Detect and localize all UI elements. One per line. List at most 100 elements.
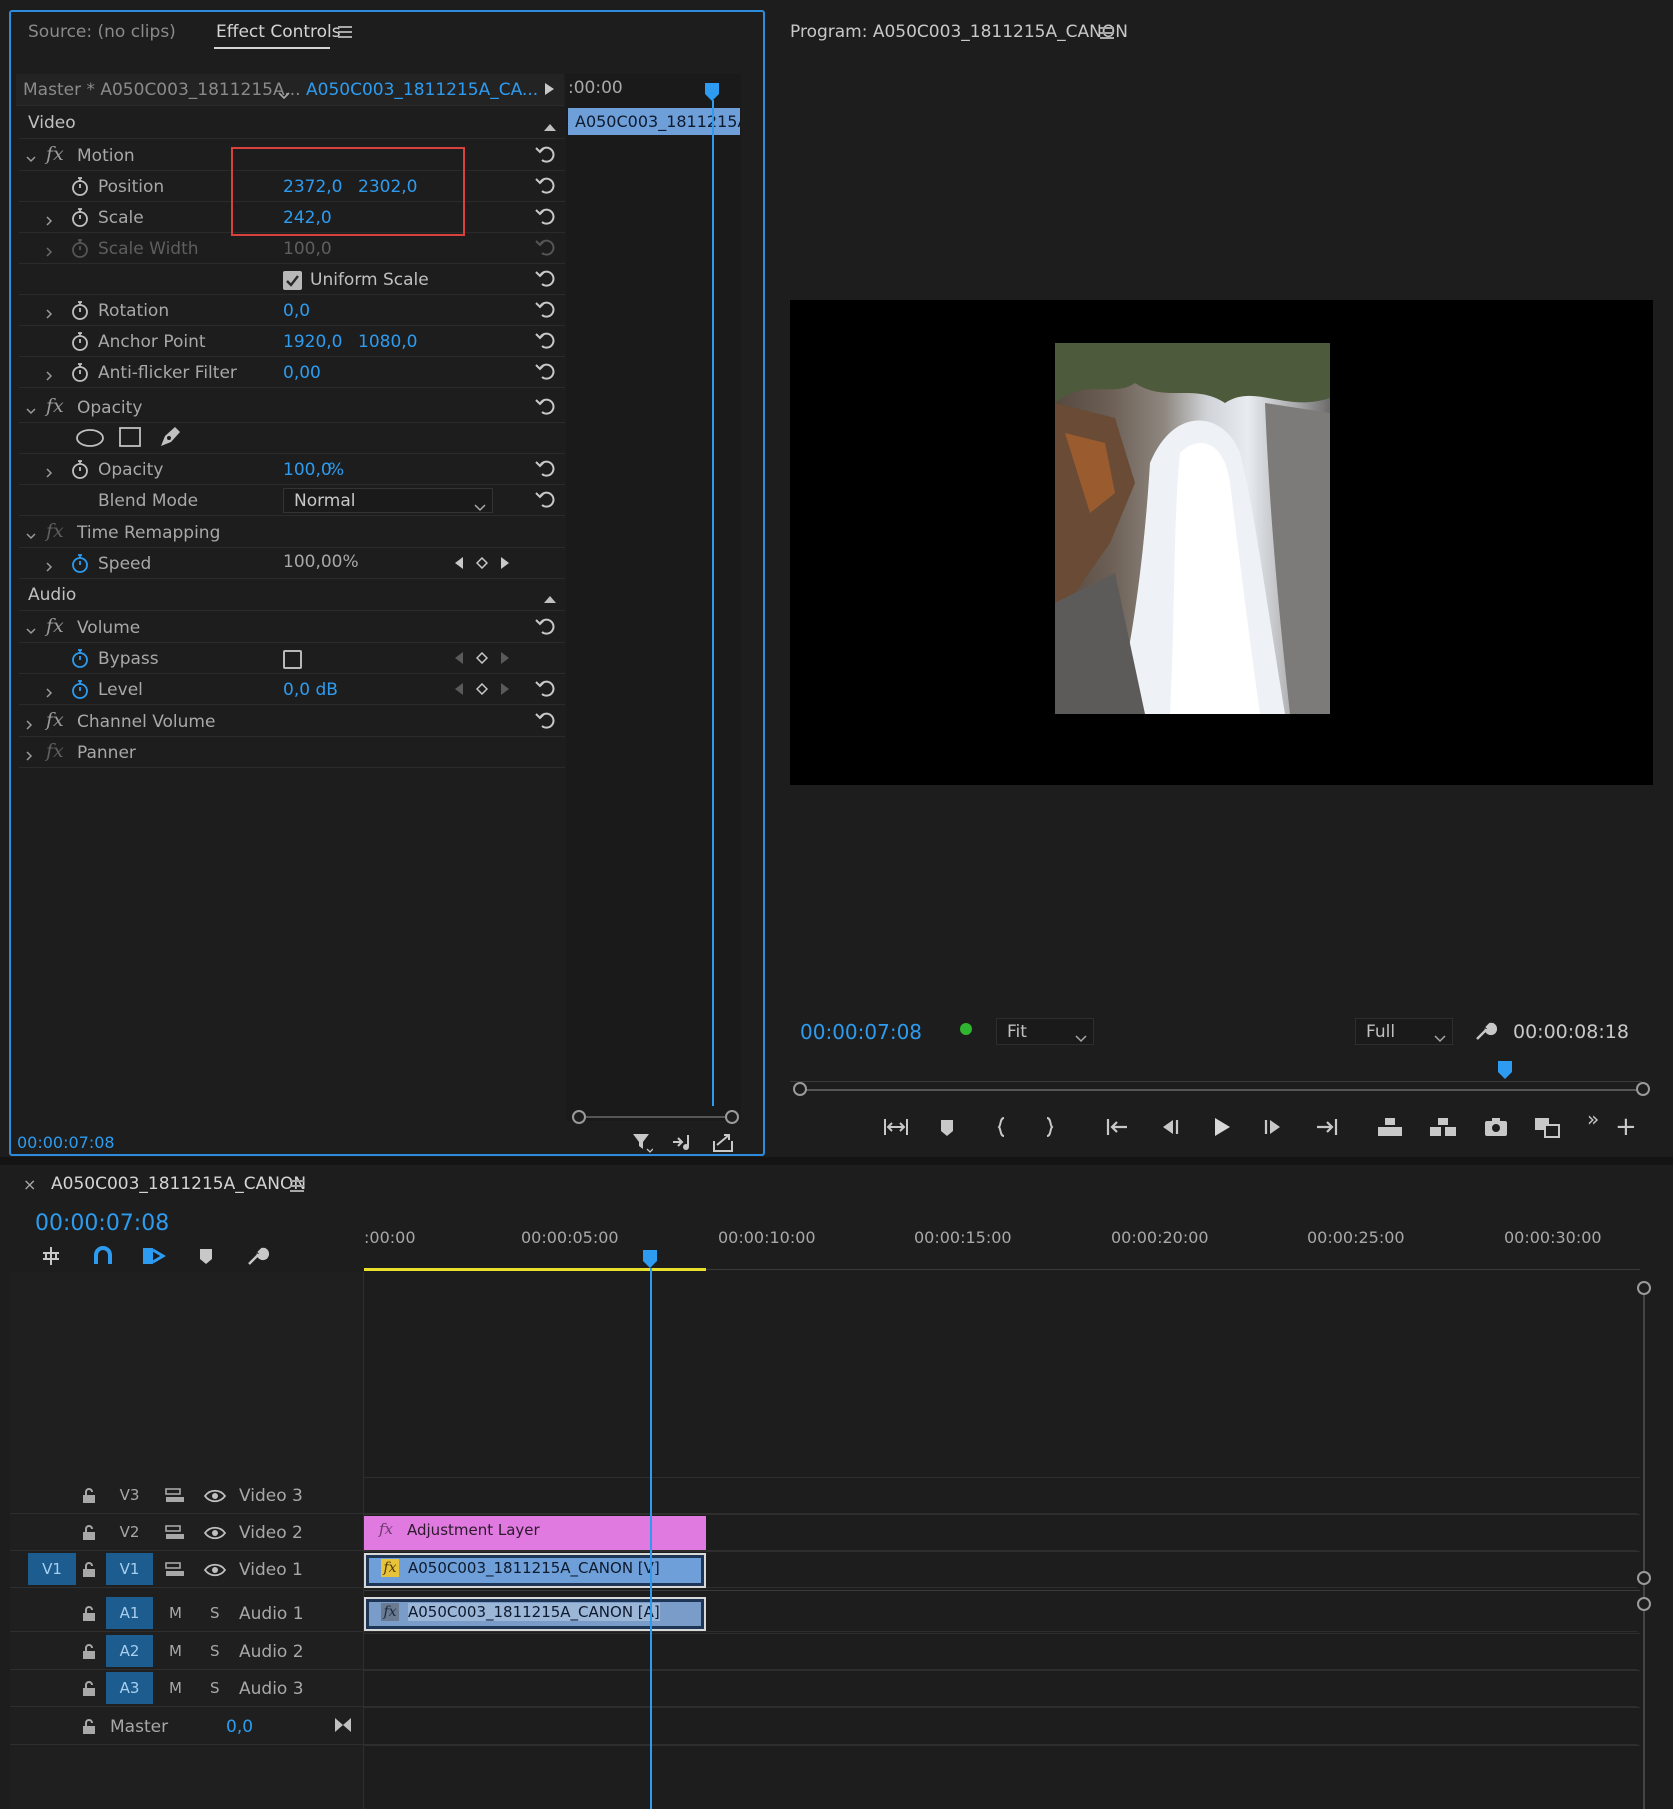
lock-icon[interactable] <box>81 1561 97 1578</box>
effect-controls-tab[interactable]: Effect Controls <box>216 22 341 42</box>
source-tab[interactable]: Source: (no clips) <box>28 22 176 42</box>
add-button-icon[interactable]: + <box>1615 1114 1637 1140</box>
track-a1-id[interactable]: A1 <box>106 1597 153 1629</box>
rotation-value[interactable]: 0,0 <box>283 301 310 321</box>
lock-icon[interactable] <box>81 1605 97 1622</box>
lift-icon[interactable] <box>1375 1112 1405 1142</box>
go-to-edit-point-icon[interactable] <box>333 1716 353 1734</box>
show-hide-timeline-icon[interactable] <box>543 81 555 95</box>
stopwatch-icon[interactable] <box>70 552 90 574</box>
fx-badge-icon[interactable]: fx <box>46 615 64 637</box>
ec-timecode[interactable]: 00:00:07:08 <box>17 1133 115 1152</box>
panel-menu-icon[interactable] <box>289 1178 305 1192</box>
timeline-vscroll-handle[interactable] <box>1637 1571 1651 1585</box>
reset-icon[interactable] <box>533 297 557 321</box>
reset-icon[interactable] <box>533 142 557 166</box>
twirl-open-icon[interactable] <box>26 526 36 540</box>
snap-magnet-icon[interactable] <box>91 1244 115 1268</box>
twirl-open-icon[interactable] <box>26 401 36 415</box>
timeline-vscroll-track[interactable] <box>1643 1288 1645 1809</box>
opacity-row[interactable]: Opacity 100,0 % <box>19 454 565 485</box>
twirl-closed-icon[interactable] <box>44 366 54 381</box>
wrench-icon[interactable] <box>245 1244 269 1268</box>
lock-icon[interactable] <box>81 1680 97 1697</box>
reset-icon[interactable] <box>533 204 557 228</box>
wrench-icon[interactable] <box>1473 1019 1497 1043</box>
anti-flicker-value[interactable]: 0,00 <box>283 363 321 383</box>
program-scrub-end-handle[interactable] <box>1636 1082 1650 1096</box>
stopwatch-icon[interactable] <box>70 361 90 383</box>
panel-menu-icon[interactable] <box>337 24 353 38</box>
twirl-open-icon[interactable] <box>26 621 36 635</box>
track-v2-id[interactable]: V2 <box>106 1516 153 1548</box>
video-clip[interactable]: fx A050C003_1811215A_CANON [V] <box>364 1553 706 1588</box>
reset-icon[interactable] <box>533 328 557 352</box>
audio-clip[interactable]: fx A050C003_1811215A_CANON [A] <box>364 1597 706 1631</box>
bypass-row[interactable]: Bypass <box>19 643 565 674</box>
speed-row[interactable]: Speed 100,00% <box>19 548 565 579</box>
stopwatch-icon[interactable] <box>70 175 90 197</box>
volume-effect-row[interactable]: fx Volume <box>19 612 565 643</box>
mute-button[interactable]: M <box>169 1604 182 1622</box>
mark-in-icon[interactable] <box>987 1112 1017 1142</box>
program-playhead-icon[interactable] <box>1497 1060 1513 1080</box>
reset-icon[interactable] <box>533 394 557 418</box>
step-forward-icon[interactable] <box>1259 1112 1289 1142</box>
step-back-icon[interactable] <box>1154 1112 1184 1142</box>
stopwatch-icon[interactable] <box>70 330 90 352</box>
opacity-value[interactable]: 100,0 <box>283 460 332 480</box>
twirl-open-icon[interactable] <box>26 149 36 163</box>
level-value[interactable]: 0,0 dB <box>283 680 338 700</box>
extract-icon[interactable] <box>1428 1112 1458 1142</box>
twirl-closed-icon[interactable] <box>44 211 54 226</box>
go-to-out-icon[interactable] <box>1311 1112 1341 1142</box>
lock-icon[interactable] <box>81 1487 97 1504</box>
anchor-y-value[interactable]: 1080,0 <box>358 332 417 352</box>
reset-icon[interactable] <box>533 456 557 480</box>
reset-icon[interactable] <box>533 676 557 700</box>
comparison-view-icon[interactable] <box>1532 1112 1562 1142</box>
panel-menu-icon[interactable] <box>1099 25 1115 39</box>
add-keyframe-icon[interactable] <box>476 557 488 569</box>
ec-mini-scroll-track[interactable] <box>578 1116 732 1118</box>
uniform-scale-checkbox[interactable] <box>283 271 302 290</box>
ec-mini-scroll-right-handle[interactable] <box>725 1110 739 1124</box>
sync-lock-icon[interactable] <box>165 1488 185 1504</box>
reset-icon[interactable] <box>533 487 557 511</box>
pen-mask-icon[interactable] <box>157 424 183 450</box>
ellipse-mask-icon[interactable] <box>75 427 105 449</box>
stopwatch-icon[interactable] <box>70 647 90 669</box>
track-a3-id[interactable]: A3 <box>106 1672 153 1704</box>
rectangle-mask-icon[interactable] <box>118 426 142 448</box>
speed-value[interactable]: 100,00% <box>283 552 359 572</box>
close-sequence-icon[interactable]: × <box>23 1175 36 1194</box>
sequence-clip-link[interactable]: A050C003_1811215A_CA... <box>306 80 538 100</box>
track-v1-id[interactable]: V1 <box>106 1553 153 1585</box>
timeline-vscroll-handle[interactable] <box>1637 1281 1651 1295</box>
timeline-vscroll-handle[interactable] <box>1637 1597 1651 1611</box>
twirl-closed-icon[interactable] <box>44 683 54 698</box>
solo-button[interactable]: S <box>210 1679 220 1697</box>
prev-keyframe-icon[interactable] <box>453 556 465 570</box>
fx-badge-icon[interactable]: fx <box>46 709 64 731</box>
reset-icon[interactable] <box>533 173 557 197</box>
track-a2-id[interactable]: A2 <box>106 1635 153 1667</box>
twirl-closed-icon[interactable] <box>44 304 54 319</box>
twirl-closed-icon[interactable] <box>24 746 34 761</box>
level-row[interactable]: Level 0,0 dB <box>19 674 565 705</box>
anti-flicker-row[interactable]: Anti-flicker Filter 0,00 <box>19 357 565 388</box>
reset-icon[interactable] <box>533 266 557 290</box>
reset-icon[interactable] <box>533 708 557 732</box>
stopwatch-icon[interactable] <box>70 458 90 480</box>
fx-badge-icon[interactable]: fx <box>46 143 64 165</box>
track-v3-id[interactable]: V3 <box>106 1479 153 1511</box>
time-remapping-row[interactable]: fx Time Remapping <box>19 517 565 548</box>
timeline-timecode[interactable]: 00:00:07:08 <box>35 1211 169 1236</box>
anchor-point-row[interactable]: Anchor Point 1920,0 1080,0 <box>19 326 565 357</box>
add-keyframe-icon[interactable] <box>476 683 488 695</box>
bypass-checkbox[interactable] <box>283 650 302 669</box>
ec-mini-scroll-left-handle[interactable] <box>572 1110 586 1124</box>
mute-button[interactable]: M <box>169 1679 182 1697</box>
twirl-closed-icon[interactable] <box>24 715 34 730</box>
rotation-row[interactable]: Rotation 0,0 <box>19 295 565 326</box>
